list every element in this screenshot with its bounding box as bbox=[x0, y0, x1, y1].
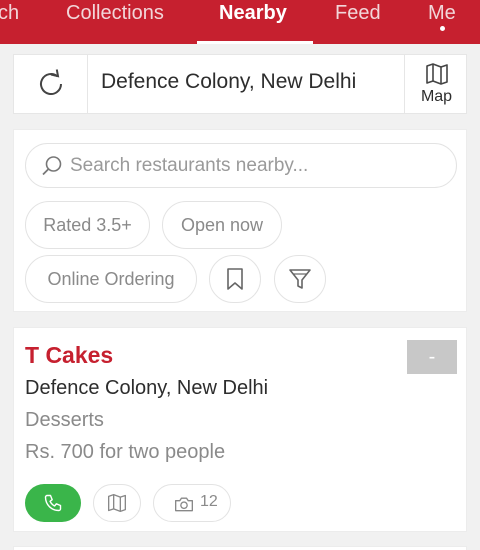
chip-online-ordering[interactable]: Online Ordering bbox=[25, 255, 197, 303]
refresh-icon bbox=[39, 69, 62, 95]
refresh-button[interactable] bbox=[14, 55, 88, 113]
restaurant-location: Defence Colony, New Delhi bbox=[25, 377, 269, 399]
map-label: Map bbox=[420, 88, 453, 105]
location-bar: Defence Colony, New Delhi Map bbox=[13, 54, 467, 114]
next-restaurant-card bbox=[13, 546, 467, 550]
search-icon bbox=[42, 156, 62, 176]
chip-rated[interactable]: Rated 3.5+ bbox=[25, 201, 150, 249]
restaurant-cost: Rs. 700 for two people bbox=[25, 441, 226, 463]
photos-button[interactable]: 12 bbox=[153, 484, 231, 522]
directions-button[interactable] bbox=[93, 484, 141, 522]
filter-button[interactable] bbox=[274, 255, 326, 303]
restaurant-name[interactable]: T Cakes bbox=[25, 342, 113, 369]
map-button[interactable]: Map bbox=[404, 55, 467, 113]
map-icon bbox=[108, 494, 127, 512]
top-tab-bar: ch Collections Nearby Feed Me bbox=[0, 0, 480, 44]
notification-dot bbox=[440, 26, 445, 31]
bookmark-icon bbox=[227, 268, 243, 290]
call-button[interactable] bbox=[25, 484, 81, 522]
search-input[interactable]: Search restaurants nearby... bbox=[25, 143, 457, 188]
phone-icon bbox=[44, 494, 62, 512]
search-placeholder: Search restaurants nearby... bbox=[70, 155, 309, 176]
restaurant-cuisine: Desserts bbox=[25, 409, 104, 431]
filter-card: Search restaurants nearby... Rated 3.5+ … bbox=[13, 129, 467, 312]
restaurant-card[interactable]: T Cakes - Defence Colony, New Delhi Dess… bbox=[13, 327, 467, 532]
map-icon bbox=[426, 63, 448, 85]
photo-count: 12 bbox=[200, 493, 218, 510]
camera-icon bbox=[175, 497, 193, 512]
current-location[interactable]: Defence Colony, New Delhi bbox=[101, 70, 356, 94]
filter-icon bbox=[289, 269, 311, 289]
active-tab-indicator bbox=[197, 41, 313, 44]
bookmark-button[interactable] bbox=[209, 255, 261, 303]
chip-open-now[interactable]: Open now bbox=[162, 201, 282, 249]
rating-badge: - bbox=[407, 340, 457, 374]
